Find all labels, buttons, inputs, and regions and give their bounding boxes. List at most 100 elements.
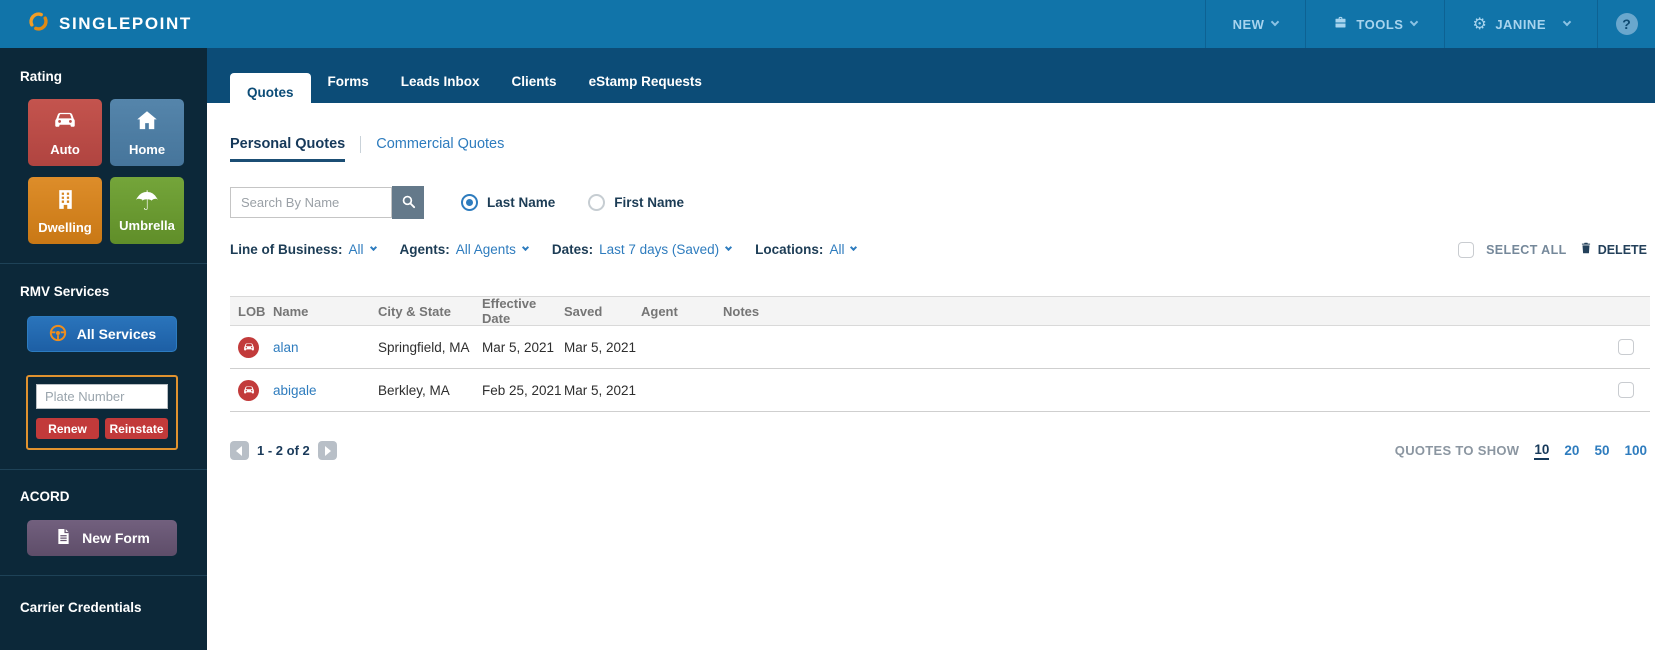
auto-lob-icon bbox=[238, 379, 259, 401]
line-of-business-dropdown[interactable]: All bbox=[348, 242, 377, 257]
search-icon bbox=[400, 193, 417, 213]
line-of-business-filter: Line of Business: All bbox=[230, 242, 377, 257]
tab-clients[interactable]: Clients bbox=[497, 65, 572, 103]
quotes-per-page-20[interactable]: 20 bbox=[1564, 443, 1579, 458]
carrier-credentials-heading: Carrier Credentials bbox=[20, 600, 142, 615]
reinstate-button[interactable]: Reinstate bbox=[105, 418, 168, 439]
tab-leads-inbox[interactable]: Leads Inbox bbox=[386, 65, 495, 103]
first-name-radio[interactable]: First Name bbox=[588, 194, 684, 211]
select-all-label[interactable]: SELECT ALL bbox=[1486, 243, 1567, 257]
top-bar: SINGLEPOINT NEW TOOLS ⚙ JANINE ? bbox=[0, 0, 1655, 48]
radio-selected-icon bbox=[461, 194, 478, 211]
pagination-range: 1 - 2 of 2 bbox=[257, 443, 310, 458]
arrow-left-icon bbox=[236, 445, 242, 456]
last-name-label: Last Name bbox=[487, 195, 556, 210]
tile-label: Auto bbox=[50, 142, 80, 157]
cell-saved-date: Mar 5, 2021 bbox=[564, 382, 637, 398]
quotes-per-page-50[interactable]: 50 bbox=[1594, 443, 1609, 458]
subtab-divider bbox=[360, 136, 362, 153]
pagination-row: 1 - 2 of 2 QUOTES TO SHOW 10 20 50 100 bbox=[230, 441, 1650, 460]
search-input[interactable] bbox=[230, 187, 392, 218]
tab-estamp-requests[interactable]: eStamp Requests bbox=[574, 65, 717, 103]
chevron-down-icon bbox=[1562, 17, 1572, 27]
column-header-saved: Saved bbox=[564, 303, 603, 319]
renew-button[interactable]: Renew bbox=[36, 418, 99, 439]
tile-label: Home bbox=[128, 142, 166, 157]
tab-forms[interactable]: Forms bbox=[313, 65, 384, 103]
delete-button[interactable]: DELETE bbox=[1579, 241, 1647, 258]
singlepoint-swirl-icon bbox=[27, 10, 50, 38]
quotes-table: LOB Name City & State Effective Date Sav… bbox=[230, 296, 1650, 412]
new-menu[interactable]: NEW bbox=[1204, 0, 1306, 48]
user-menu[interactable]: ⚙ JANINE bbox=[1444, 0, 1597, 48]
search-row: Last Name First Name bbox=[230, 186, 1650, 219]
new-form-button[interactable]: New Form bbox=[27, 520, 177, 556]
quotes-to-show: QUOTES TO SHOW 10 20 50 100 bbox=[1395, 442, 1647, 460]
row-checkbox[interactable] bbox=[1618, 339, 1634, 355]
column-header-effective-date: Effective Date bbox=[482, 296, 537, 326]
tab-quotes[interactable]: Quotes bbox=[230, 73, 311, 112]
search-button[interactable] bbox=[392, 186, 424, 219]
acord-heading: ACORD bbox=[20, 489, 70, 504]
previous-page-button[interactable] bbox=[230, 441, 249, 460]
singlepoint-logo[interactable]: SINGLEPOINT bbox=[0, 0, 192, 48]
column-header-city-state: City & State bbox=[378, 303, 451, 319]
next-page-button[interactable] bbox=[317, 441, 337, 460]
cell-effective-date: Mar 5, 2021 bbox=[482, 339, 555, 355]
cell-saved-date: Mar 5, 2021 bbox=[564, 339, 637, 355]
gear-icon: ⚙ bbox=[1472, 14, 1488, 33]
new-form-label: New Form bbox=[82, 530, 150, 546]
home-rating-tile[interactable]: Home bbox=[110, 99, 184, 166]
singlepoint-app: SINGLEPOINT NEW TOOLS ⚙ JANINE ? Rating … bbox=[0, 0, 1655, 650]
filter-label: Locations: bbox=[755, 242, 824, 257]
tools-menu[interactable]: TOOLS bbox=[1305, 0, 1444, 48]
all-services-button[interactable]: All Services bbox=[27, 316, 177, 352]
quotes-subtabs: Personal Quotes Commercial Quotes bbox=[230, 136, 1650, 162]
filter-value: All bbox=[348, 242, 364, 257]
umbrella-rating-tile[interactable]: ☂ Umbrella bbox=[110, 177, 184, 244]
arrow-right-icon bbox=[324, 445, 331, 456]
new-menu-label: NEW bbox=[1232, 16, 1265, 32]
bulk-actions: SELECT ALL DELETE bbox=[1458, 241, 1650, 258]
dates-dropdown[interactable]: Last 7 days (Saved) bbox=[599, 242, 733, 257]
chevron-down-icon bbox=[369, 243, 377, 252]
top-nav: NEW TOOLS ⚙ JANINE ? bbox=[1204, 0, 1655, 48]
brand-title: SINGLEPOINT bbox=[59, 14, 192, 33]
column-header-name: Name bbox=[273, 303, 309, 319]
radio-unselected-icon bbox=[588, 194, 606, 211]
row-checkbox[interactable] bbox=[1618, 382, 1634, 398]
home-icon bbox=[134, 108, 160, 139]
car-icon bbox=[50, 108, 80, 139]
all-services-label: All Services bbox=[76, 326, 157, 342]
first-name-label: First Name bbox=[614, 195, 685, 210]
locations-dropdown[interactable]: All bbox=[829, 242, 858, 257]
help-button[interactable]: ? bbox=[1597, 0, 1655, 48]
last-name-radio[interactable]: Last Name bbox=[461, 194, 555, 211]
name-search-radios: Last Name First Name bbox=[461, 194, 684, 211]
filter-value: Last 7 days (Saved) bbox=[599, 242, 720, 257]
tile-label: Dwelling bbox=[38, 219, 92, 235]
agents-dropdown[interactable]: All Agents bbox=[456, 242, 529, 257]
table-row: abigale Berkley, MA Feb 25, 2021 Mar 5, … bbox=[230, 369, 1650, 412]
select-all-checkbox[interactable] bbox=[1458, 241, 1475, 258]
chevron-down-icon bbox=[1271, 17, 1280, 27]
quotes-to-show-label: QUOTES TO SHOW bbox=[1394, 443, 1520, 458]
quotes-per-page-10[interactable]: 10 bbox=[1534, 442, 1550, 460]
locations-filter: Locations: All bbox=[755, 242, 858, 257]
column-header-agent: Agent bbox=[641, 303, 678, 319]
cell-city-state: Springfield, MA bbox=[378, 339, 470, 355]
dwelling-rating-tile[interactable]: Dwelling bbox=[28, 177, 102, 244]
quotes-per-page-100[interactable]: 100 bbox=[1624, 443, 1647, 458]
rating-tiles: Auto Home Dwelling ☂ Umbrella bbox=[28, 99, 207, 244]
plate-number-input[interactable] bbox=[36, 384, 168, 409]
steering-wheel-icon bbox=[48, 323, 68, 346]
quote-name-link[interactable]: alan bbox=[273, 340, 299, 355]
quote-name-link[interactable]: abigale bbox=[273, 383, 317, 398]
tile-label: Umbrella bbox=[119, 218, 175, 233]
subtab-personal-quotes[interactable]: Personal Quotes bbox=[230, 136, 346, 162]
auto-rating-tile[interactable]: Auto bbox=[28, 99, 102, 166]
sidebar-divider bbox=[0, 469, 207, 470]
subtab-commercial-quotes[interactable]: Commercial Quotes bbox=[376, 136, 504, 152]
delete-label: DELETE bbox=[1597, 242, 1647, 257]
trash-icon bbox=[1579, 241, 1593, 258]
